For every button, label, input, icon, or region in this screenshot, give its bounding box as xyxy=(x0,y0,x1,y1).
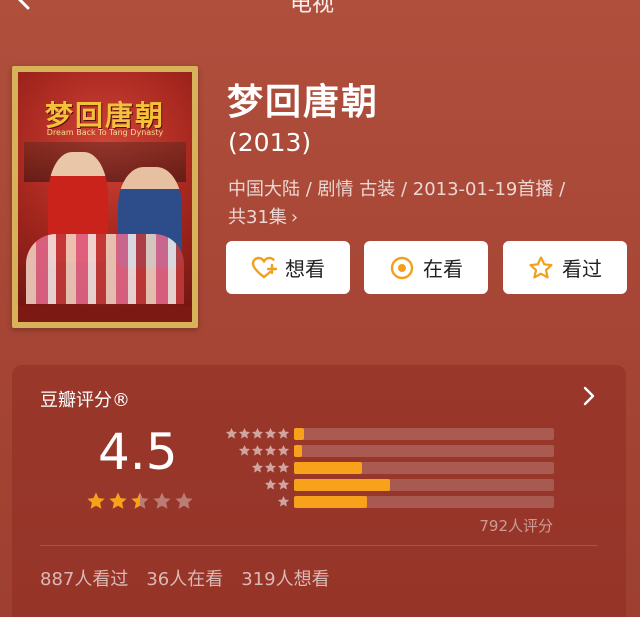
distribution-stars xyxy=(216,444,290,457)
movie-year: (2013) xyxy=(228,128,312,157)
distribution-row xyxy=(216,476,554,493)
small-star-icon xyxy=(277,495,290,507)
distribution-bar xyxy=(294,444,302,457)
chevron-right-icon[interactable] xyxy=(582,385,596,407)
distribution-stars xyxy=(216,427,290,440)
star-outline-icon xyxy=(529,255,553,278)
distribution-row xyxy=(216,442,554,459)
distribution-bar xyxy=(294,495,367,508)
distribution-stars xyxy=(216,461,290,474)
score-stars xyxy=(86,491,194,511)
rating-star-icon xyxy=(175,492,193,509)
watched-label: 看过 xyxy=(562,257,602,281)
watched-button[interactable]: 看过 xyxy=(503,241,627,294)
small-star-icon xyxy=(251,444,264,456)
poster-subtitle-art: Dream Back To Tang Dynasty xyxy=(46,128,164,137)
distribution-bar xyxy=(294,461,362,474)
distribution-row xyxy=(216,459,554,476)
rating-score: 4.5 xyxy=(98,423,178,481)
small-star-icon xyxy=(225,427,238,439)
distribution-stars xyxy=(216,495,290,508)
small-star-icon xyxy=(277,427,290,439)
distribution-bar xyxy=(294,478,391,491)
small-star-icon xyxy=(277,478,290,490)
distribution-track xyxy=(294,427,554,440)
rating-star-icon xyxy=(131,492,149,509)
movie-meta[interactable]: 中国大陆 / 剧情 古装 / 2013-01-19首播 / 共31集 › xyxy=(228,176,628,232)
distribution-row xyxy=(216,425,554,442)
distribution-row xyxy=(216,493,554,510)
poster-image[interactable]: 梦回唐朝 Dream Back To Tang Dynasty xyxy=(12,66,198,328)
meta-line-1: 中国大陆 / 剧情 古装 / 2013-01-19首播 / xyxy=(228,179,566,200)
poster-art: 梦回唐朝 Dream Back To Tang Dynasty xyxy=(18,72,192,322)
back-arrow-icon[interactable] xyxy=(14,0,34,10)
episodes-label: 共31集 xyxy=(228,207,287,228)
top-bar-title: 电视 xyxy=(290,0,335,17)
small-star-icon xyxy=(251,427,264,439)
small-star-icon xyxy=(277,444,290,456)
small-star-icon xyxy=(264,478,277,490)
meta-chevron-icon: › xyxy=(290,207,299,228)
poster-cast-group xyxy=(26,234,184,304)
distribution-bar xyxy=(294,427,305,440)
movie-title: 梦回唐朝 xyxy=(227,82,380,123)
want-count[interactable]: 319人想看 xyxy=(241,565,329,591)
rating-star-icon xyxy=(109,492,127,509)
distribution-track xyxy=(294,444,554,457)
watched-count[interactable]: 887人看过 xyxy=(40,565,128,591)
rating-card[interactable]: 豆瓣评分® 4.5 792人评分 887人看过 36人在看 319人想看 xyxy=(12,365,626,617)
rating-star-icon xyxy=(87,492,105,509)
stats-row: 887人看过 36人在看 319人想看 xyxy=(40,565,330,591)
rating-title: 豆瓣评分® xyxy=(40,390,130,411)
watching-circle-icon xyxy=(390,256,414,279)
distribution-stars xyxy=(216,478,290,491)
small-star-icon xyxy=(251,461,264,473)
small-star-icon xyxy=(264,461,277,473)
meta-line-2: 共31集 › xyxy=(228,204,628,232)
ratings-count: 792人评分 xyxy=(479,517,553,535)
small-star-icon xyxy=(264,444,277,456)
divider xyxy=(40,545,598,546)
distribution-track xyxy=(294,495,554,508)
top-bar: 电视 xyxy=(0,0,640,17)
watching-label: 在看 xyxy=(423,257,463,281)
small-star-icon xyxy=(277,461,290,473)
want-to-watch-label: 想看 xyxy=(285,257,325,281)
heart-plus-icon xyxy=(251,256,277,278)
poster-footer xyxy=(18,306,192,322)
watching-button[interactable]: 在看 xyxy=(364,241,488,294)
rating-distribution xyxy=(216,425,554,510)
small-star-icon xyxy=(238,444,251,456)
rating-star-icon xyxy=(153,492,171,509)
watching-count[interactable]: 36人在看 xyxy=(146,565,223,591)
distribution-track xyxy=(294,478,554,491)
want-to-watch-button[interactable]: 想看 xyxy=(226,241,350,294)
small-star-icon xyxy=(238,427,251,439)
small-star-icon xyxy=(264,427,277,439)
distribution-track xyxy=(294,461,554,474)
